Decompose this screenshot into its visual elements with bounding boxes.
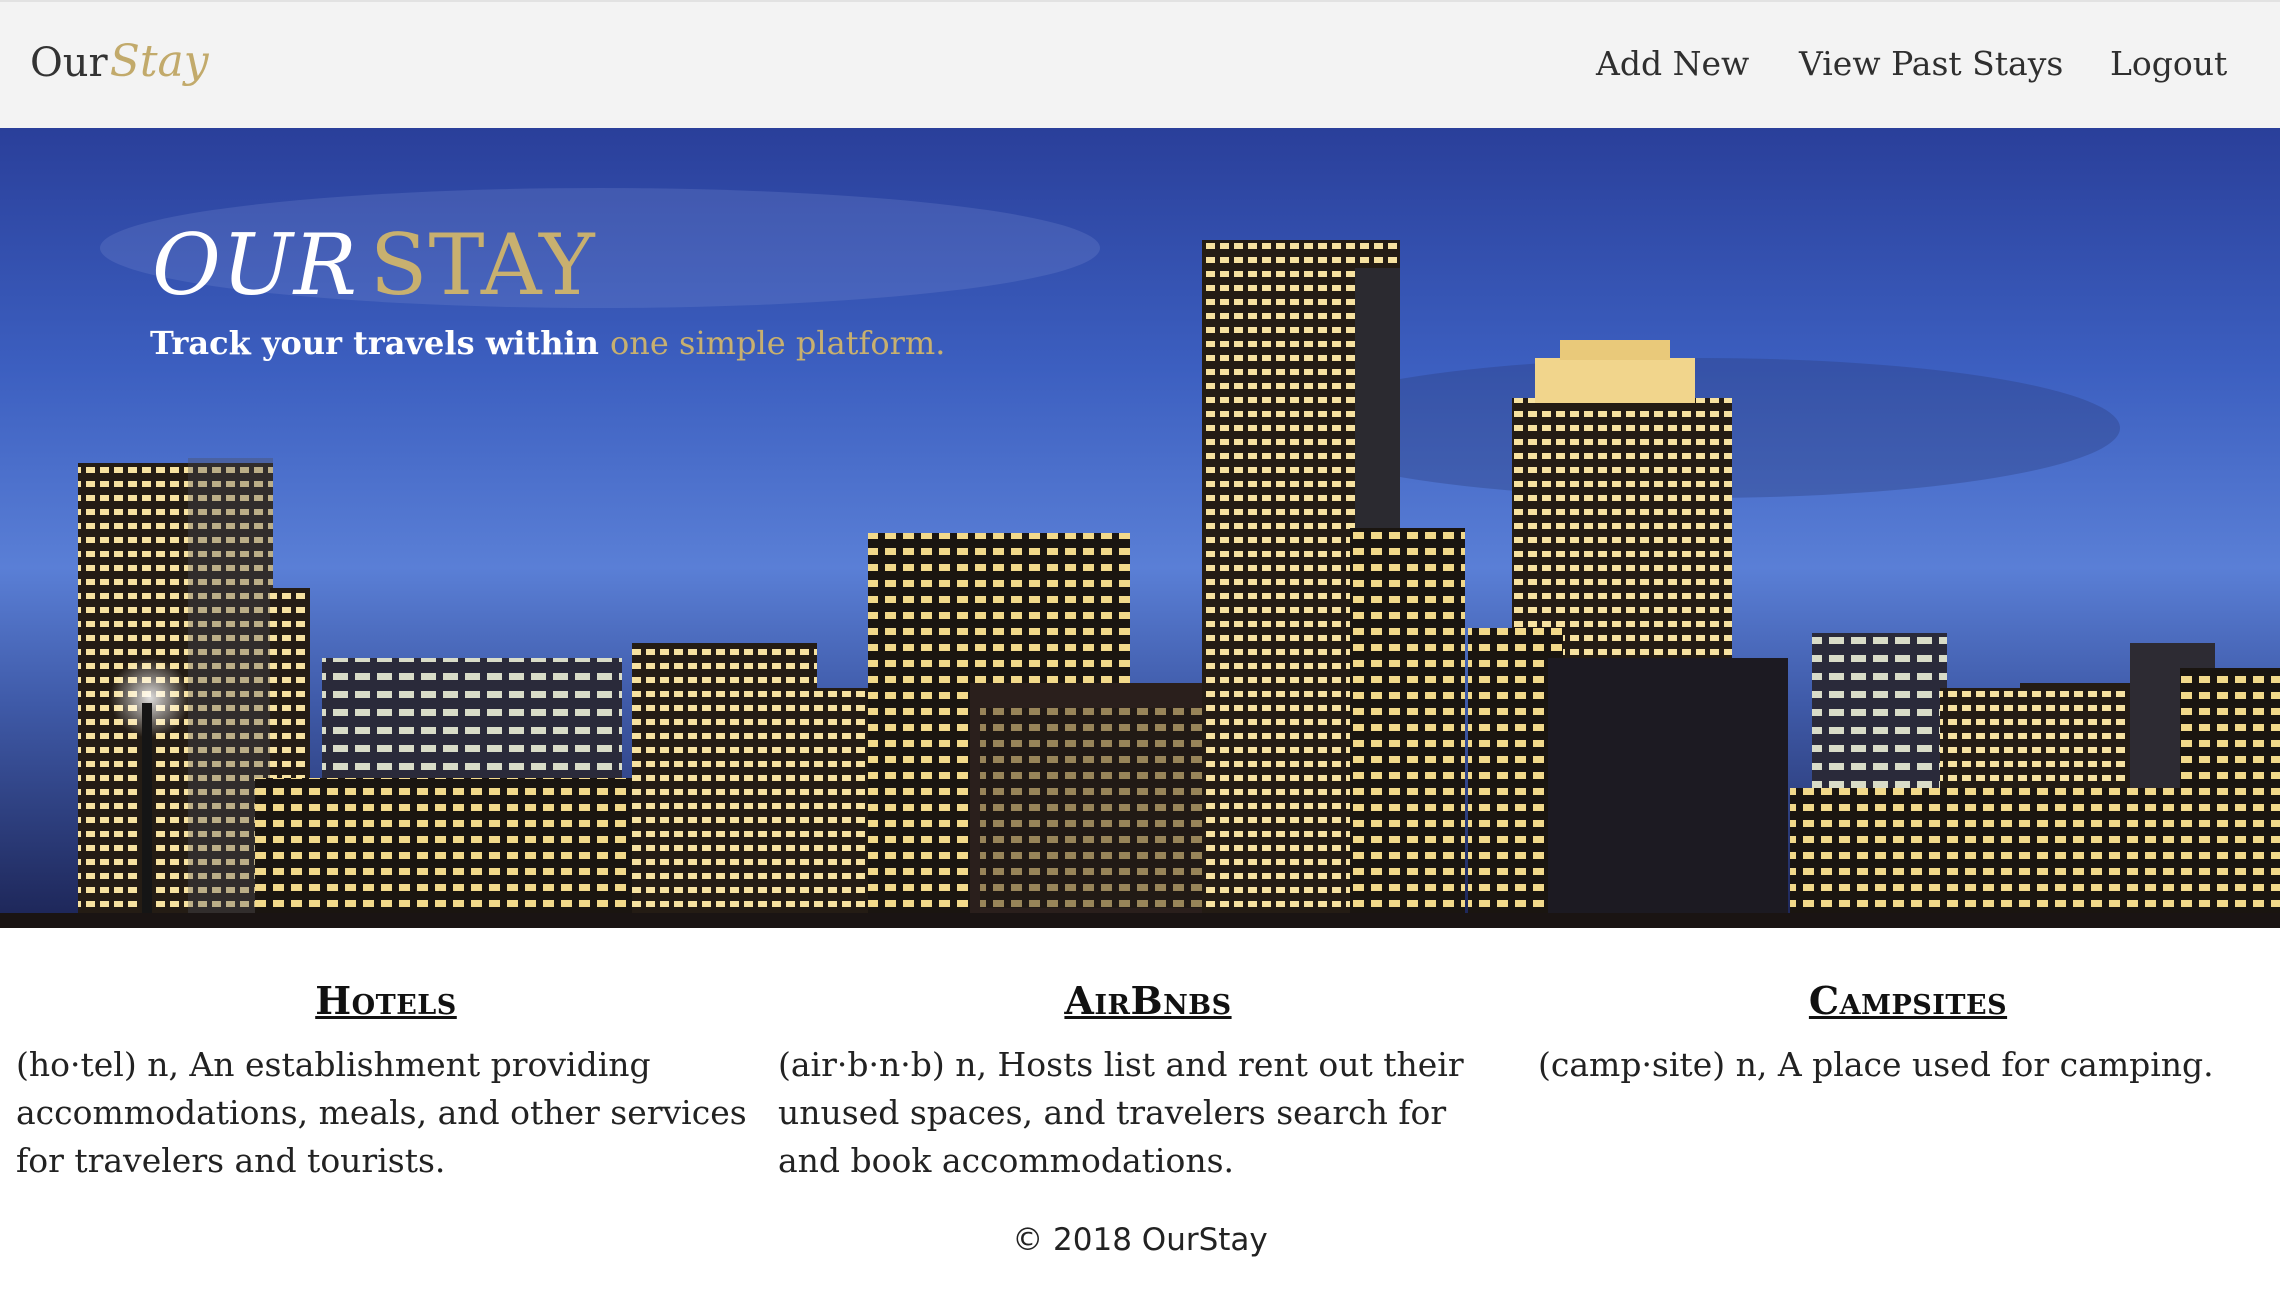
nav-view-past-stays[interactable]: View Past Stays (1799, 44, 2063, 83)
brand-logo[interactable]: OurStay (30, 36, 209, 87)
card-title-hotels[interactable]: Hotels (16, 978, 756, 1023)
hero-title-stay: STAY (369, 216, 596, 314)
hero-banner: OUR STAY Track your travels within one si… (0, 128, 2280, 928)
card-hotels: Hotels (ho·tel) n, An establishment prov… (16, 978, 756, 1185)
footer-copyright: © 2018 OurStay (1012, 1222, 1268, 1258)
nav-logout[interactable]: Logout (2110, 44, 2227, 83)
brand-stay: Stay (109, 36, 209, 87)
card-text-airbnbs: (air·b·n·b) n, Hosts list and rent out t… (778, 1045, 1464, 1180)
card-title-campsites[interactable]: Campsites (1538, 978, 2278, 1023)
hero-subtitle-highlight: one simple platform. (610, 324, 946, 362)
hero-subtitle: Track your travels within one simple pla… (150, 324, 945, 362)
hero-title-our: OUR (152, 216, 358, 314)
hero-subtitle-prefix: Track your travels within (150, 324, 611, 362)
card-title-airbnbs[interactable]: AirBnbs (778, 978, 1518, 1023)
nav-add-new[interactable]: Add New (1596, 44, 1749, 83)
card-text-campsites: (camp·site) n, A place used for camping. (1538, 1045, 2214, 1084)
navbar: OurStay Add New View Past Stays Logout (0, 0, 2280, 128)
card-campsites: Campsites (camp·site) n, A place used fo… (1538, 978, 2278, 1089)
card-airbnbs: AirBnbs (air·b·n·b) n, Hosts list and re… (778, 978, 1518, 1185)
card-text-hotels: (ho·tel) n, An establishment providing a… (16, 1045, 747, 1180)
brand-our: Our (30, 40, 108, 86)
hero-title: OUR STAY (152, 216, 596, 314)
